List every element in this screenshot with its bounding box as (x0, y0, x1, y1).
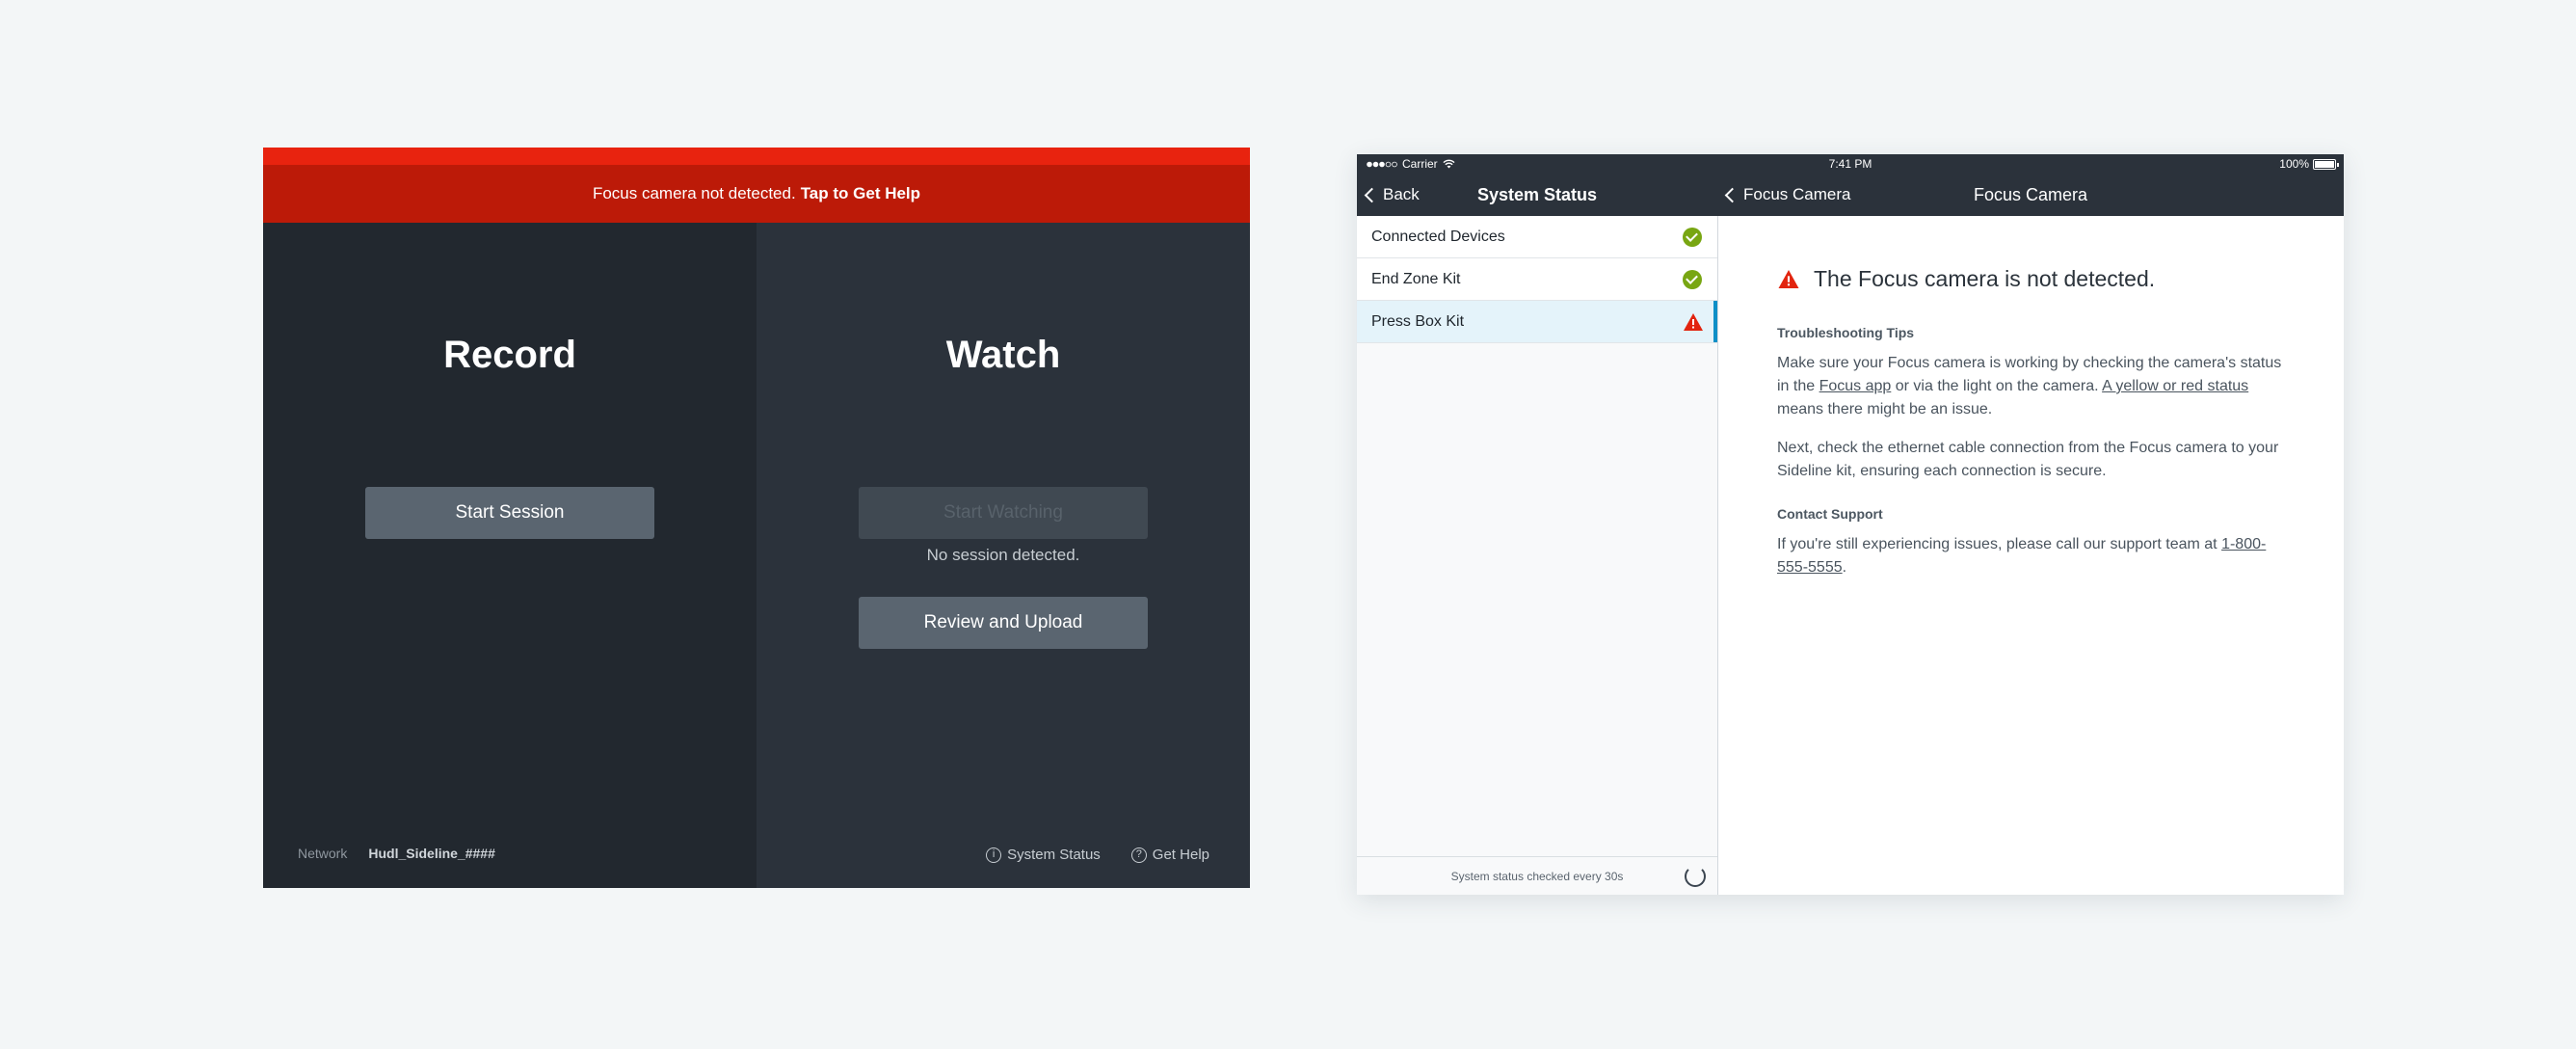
start-watching-button[interactable]: Start Watching (859, 487, 1148, 539)
check-circle-icon (1683, 269, 1702, 289)
sidebar-navbar: System Status Back (1357, 174, 1717, 216)
help-icon: ? (1130, 847, 1147, 863)
chevron-left-icon (1364, 187, 1380, 202)
detail-back-label: Focus Camera (1743, 185, 1851, 203)
warning-icon (1684, 312, 1703, 331)
get-help-footer-link[interactable]: ? Get Help (1130, 847, 1209, 863)
battery-info: 100% (2279, 157, 2339, 171)
detail-content: The Focus camera is not detected. Troubl… (1718, 216, 2344, 895)
list-item-press-box-kit[interactable]: Press Box Kit (1357, 301, 1717, 343)
watch-title: Watch (945, 334, 1061, 376)
focus-camera-back-button[interactable]: Focus Camera (1724, 185, 1851, 204)
list-item-label: End Zone Kit (1371, 270, 1461, 287)
chevron-left-icon (1724, 187, 1740, 202)
tip-text: means there might be an issue. (1777, 401, 1993, 417)
check-circle-icon (1683, 227, 1702, 247)
detail-navbar: Focus Camera Focus Camera (1717, 174, 2344, 216)
list-item-label: Connected Devices (1371, 228, 1505, 245)
tip-paragraph-2: Next, check the ethernet cable connectio… (1777, 440, 2279, 479)
status-footer: System status checked every 30s (1357, 856, 1717, 895)
troubleshooting-label: Troubleshooting Tips (1777, 325, 1915, 340)
top-bar: Carrier 7:41 PM 100% System Status Back … (1357, 154, 2344, 216)
battery-percent: 100% (2279, 157, 2309, 171)
list-item-end-zone-kit[interactable]: End Zone Kit (1357, 258, 1717, 301)
network-name: Hudl_Sideline_#### (368, 846, 495, 861)
tip-text: or via the light on the camera. (1891, 378, 2103, 394)
support-paragraph: If you're still experiencing issues, ple… (1777, 533, 2286, 579)
system-status-link[interactable]: i System Status (986, 847, 1101, 863)
network-label: Network (298, 846, 348, 861)
record-panel: Record Start Session Network Hudl_Sideli… (263, 223, 757, 888)
start-session-button[interactable]: Start Session (365, 487, 654, 539)
system-status-screen: Carrier 7:41 PM 100% System Status Back … (1357, 154, 2344, 895)
list-item-label: Press Box Kit (1371, 312, 1465, 330)
heading-text: The Focus camera is not detected. (1814, 266, 2156, 291)
contact-support-label: Contact Support (1777, 506, 1883, 522)
alert-message: Focus camera not detected. (592, 184, 796, 202)
detail-heading: The Focus camera is not detected. (1777, 266, 2286, 292)
tip-paragraph-1: Make sure your Focus camera is working b… (1777, 352, 2286, 421)
get-help-link[interactable]: Tap to Get Help (801, 184, 920, 203)
main-screen: Focus camera not detected. Tap to Get He… (263, 148, 1250, 888)
refresh-note: System status checked every 30s (1450, 869, 1624, 883)
get-help-label: Get Help (1152, 847, 1209, 863)
clock: 7:41 PM (1828, 157, 1872, 171)
back-label: Back (1383, 185, 1420, 203)
status-sidebar: Connected Devices End Zone Kit Press Box… (1357, 216, 1717, 895)
record-title: Record (443, 334, 576, 376)
footer-links: i System Status ? Get Help (986, 847, 1209, 863)
focus-app-link[interactable]: Focus app (1819, 378, 1892, 394)
loading-spinner-icon (1685, 866, 1706, 887)
list-item-connected-devices[interactable]: Connected Devices (1357, 216, 1717, 258)
system-status-label: System Status (1007, 847, 1101, 863)
alert-top-strip (263, 148, 1250, 165)
network-info: Network Hudl_Sideline_#### (298, 846, 495, 861)
info-icon: i (986, 847, 1002, 863)
review-upload-button[interactable]: Review and Upload (859, 597, 1148, 649)
battery-icon (2313, 158, 2339, 170)
watch-panel: Watch Start Watching No session detected… (757, 223, 1250, 888)
support-text: If you're still experiencing issues, ple… (1777, 536, 2222, 552)
no-session-note: No session detected. (926, 546, 1080, 564)
warning-icon (1778, 270, 1799, 288)
support-text-end: . (1842, 559, 1847, 576)
camera-alert-banner[interactable]: Focus camera not detected. Tap to Get He… (263, 165, 1250, 223)
ios-status-bar: Carrier 7:41 PM 100% (1357, 154, 2344, 174)
status-light-link[interactable]: A yellow or red status (2102, 378, 2248, 394)
back-button[interactable]: Back (1364, 185, 1420, 204)
